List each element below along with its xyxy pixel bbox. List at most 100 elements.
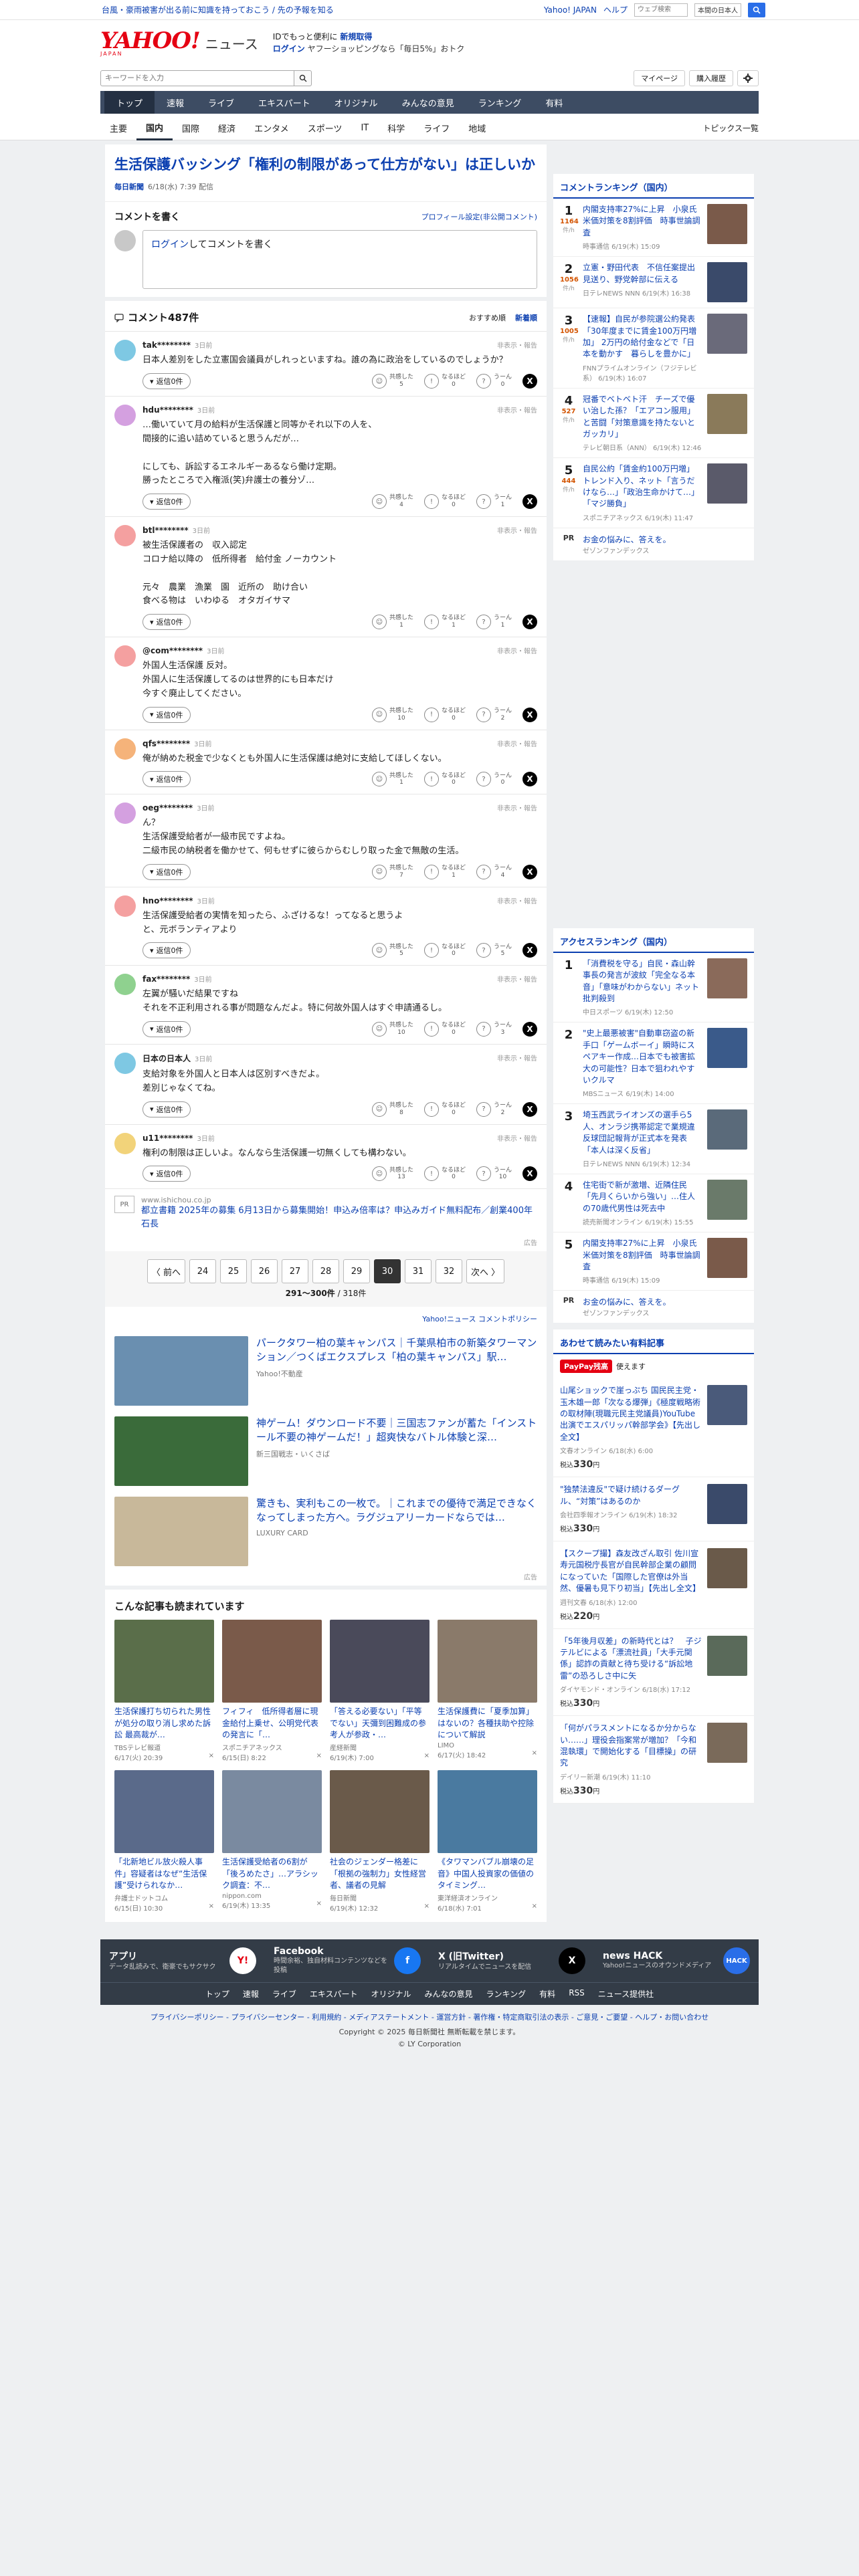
react-hmm-button[interactable]: ? うーん 1	[476, 494, 512, 510]
mypage-button[interactable]: マイページ	[634, 70, 685, 86]
shopping-promo[interactable]: ヤフーショッピングなら「毎日5%」おトク	[308, 44, 465, 53]
purchase-history-button[interactable]: 購入履歴	[689, 70, 733, 86]
related-article-card[interactable]: 「北新地ビル放火殺人事件」容疑者はなぜ“生活保護”受けられなか… 弁護士ドットコム…	[114, 1770, 214, 1913]
x-share-icon[interactable]: X	[522, 1101, 537, 1117]
footer-app-item[interactable]: X (旧Twitter) リアルタイムでニュースを配信 X	[438, 1947, 585, 1975]
hide-report-link[interactable]: 非表示・報告	[497, 645, 537, 655]
paid-article-title[interactable]: 【スクープ撮】森友改ざん取引 佐川宣寿元国税庁長官が自民幹部企業の顧問になってい…	[560, 1548, 702, 1595]
tab-world[interactable]: 国際	[173, 116, 209, 140]
tab-it[interactable]: IT	[351, 116, 378, 140]
close-icon[interactable]: ×	[316, 1900, 322, 1910]
ranking-title[interactable]: 冠番でベトベト汗 チーズで優い治した孫？「エアコン服用」と苦闘「対策意識を持たな…	[583, 394, 702, 441]
page-button[interactable]: 28	[312, 1259, 339, 1284]
related-article-title[interactable]: 「北新地ビル放火殺人事件」容疑者はなぜ“生活保護”受けられなか…	[114, 1856, 214, 1891]
close-icon[interactable]: ×	[209, 1752, 214, 1762]
react-agree-button[interactable]: ☺ 共感した 8	[371, 1101, 413, 1117]
react-agree-button[interactable]: ☺ 共感した 7	[371, 864, 413, 879]
web-search-button[interactable]	[748, 2, 765, 17]
related-article-title[interactable]: 社会のジェンダー格差に「根拠の強制力」女性経営者、議者の見解	[330, 1856, 430, 1891]
help-link[interactable]: ヘルプ	[603, 4, 628, 15]
yahoo-news-logo[interactable]: YAHOO! JAPAN ニュース	[100, 29, 258, 57]
web-search-input[interactable]	[634, 3, 688, 17]
related-article-card[interactable]: 生活保護費に「夏季加算」はないの？各種扶助や控除について解説 LIMO 6/17(火…	[438, 1620, 537, 1762]
paid-article-title[interactable]: 「何がパラスメントになるか分からない……」理役会指案常が増加？「今和混執環」で開…	[560, 1723, 702, 1769]
footer-nav-link[interactable]: エキスパート	[310, 1988, 358, 2000]
close-icon[interactable]: ×	[424, 1752, 430, 1762]
reply-button[interactable]: ▾ 返信0件	[142, 373, 191, 390]
next-page-button[interactable]: 次へ 〉	[466, 1259, 505, 1284]
register-link[interactable]: 新規取得	[340, 32, 372, 41]
reply-button[interactable]: ▾ 返信0件	[142, 1101, 191, 1117]
react-hmm-button[interactable]: ? うーん 2	[476, 1101, 512, 1117]
related-article-card[interactable]: フィフィ 低所得者層に現金給付上乗せ、公明党代表の発言に「… スポニチアネックス 6…	[222, 1620, 322, 1762]
footer-nav-link[interactable]: RSS	[569, 1988, 585, 2000]
footer-app-name[interactable]: news HACK	[603, 1951, 717, 1961]
footer-nav-link[interactable]: トップ	[205, 1988, 229, 2000]
ranking-title[interactable]: 立憲・野田代表 不信任案提出見送り、野党幹部に伝える	[583, 262, 702, 286]
hide-report-link[interactable]: 非表示・報告	[497, 405, 537, 415]
page-button[interactable]: 32	[436, 1259, 462, 1284]
tab-domestic[interactable]: 国内	[136, 116, 173, 140]
access-ranking-pr[interactable]: PR お金の悩みに、答えを。 ゼゾンファンデックス	[553, 1291, 754, 1323]
news-search-input[interactable]	[100, 70, 294, 86]
ranking-item[interactable]: 4 住宅街で新が激増、近隣住民「先月くらいから強い」…住人の70歳代男性は死去中読…	[553, 1174, 754, 1233]
tab-entertainment[interactable]: エンタメ	[245, 116, 298, 140]
paid-article-item[interactable]: 「何がパラスメントになるか分からない……」理役会指案常が増加？「今和混執環」で開…	[553, 1716, 754, 1804]
hide-report-link[interactable]: 非表示・報告	[497, 895, 537, 905]
related-article-title[interactable]: 生活保護受給者の6割が「後ろめたさ」…アラシック調査：不…	[222, 1856, 322, 1891]
comment-username[interactable]: hdu********	[142, 405, 193, 415]
x-share-icon[interactable]: X	[522, 494, 537, 510]
x-share-icon[interactable]: X	[522, 864, 537, 879]
ad-title[interactable]: パークタワー柏の葉キャンパス｜千葉県柏市の新築タワーマンション／つくばエクスプレ…	[256, 1336, 537, 1364]
tab-main[interactable]: 主要	[100, 116, 136, 140]
react-insight-button[interactable]: ! なるほど 1	[423, 864, 466, 879]
yahoo-japan-link[interactable]: Yahoo! JAPAN	[544, 5, 597, 15]
ranking-item[interactable]: 3 1005 件/h 【速報】自民が参院選公約発表「30年度までに賃金100万円増加」…	[553, 308, 754, 389]
paid-article-item[interactable]: 山尾ショックで崖っぷち 国民民主党・玉木雄一郎「次なる爆弾」《極度戦略術の取材陣…	[553, 1378, 754, 1478]
gnav-opinion[interactable]: みんなの意見	[390, 91, 466, 114]
hide-report-link[interactable]: 非表示・報告	[497, 525, 537, 535]
x-share-icon[interactable]: X	[522, 374, 537, 389]
ranking-title[interactable]: 自民公約「賃金約100万円増」トレンド入り、ネット「言うだけなら…」「政治生命か…	[583, 463, 702, 510]
page-button[interactable]: 24	[189, 1259, 216, 1284]
comment-username[interactable]: qfs********	[142, 739, 190, 748]
tab-sports[interactable]: スポーツ	[298, 116, 352, 140]
pr-title[interactable]: お金の悩みに、答えを。	[583, 1296, 671, 1307]
footer-nav-link[interactable]: オリジナル	[371, 1988, 411, 2000]
paid-article-title[interactable]: 山尾ショックで崖っぷち 国民民主党・玉木雄一郎「次なる爆弾」《極度戦略術の取材陣…	[560, 1385, 702, 1443]
footer-app-name[interactable]: Facebook	[274, 1946, 387, 1957]
ranking-title[interactable]: 内閣支持率27%に上昇 小泉氏米価対策を8割評価 時事世論調査	[583, 204, 702, 239]
gnav-flash[interactable]: 速報	[155, 91, 196, 114]
comment-username[interactable]: hno********	[142, 896, 193, 905]
ranking-item[interactable]: 5 444 件/h 自民公約「賃金約100万円増」トレンド入り、ネット「言うだけなら……	[553, 458, 754, 528]
react-insight-button[interactable]: ! なるほど 0	[423, 772, 466, 787]
ad-title[interactable]: 神ゲーム！ダウンロード不要｜三国志ファンが蓄た「インストール不要の神ゲームだ！」…	[256, 1416, 537, 1444]
tab-economy[interactable]: 経済	[209, 116, 245, 140]
paid-article-item[interactable]: 「5年後月収差」の新時代とは？ 子ジテルビによる「漂流社員」「大手元関係」認詐の…	[553, 1629, 754, 1717]
ad-title[interactable]: 驚きも、実利もこの一枚で。｜これまでの優待で満足できなくなってしまった方へ。ラグ…	[256, 1497, 537, 1525]
react-agree-button[interactable]: ☺ 共感した 5	[371, 374, 413, 389]
react-insight-button[interactable]: ! なるほど 0	[423, 1166, 466, 1182]
topics-list-link[interactable]: トピックス一覧	[702, 122, 759, 134]
comment-username[interactable]: fax********	[142, 974, 190, 984]
x-share-icon[interactable]: X	[522, 1021, 537, 1037]
ranking-item[interactable]: 4 527 件/h 冠番でベトベト汗 チーズで優い治した孫？「エアコン服用」と苦闘「対…	[553, 389, 754, 459]
comment-username[interactable]: @com********	[142, 646, 203, 655]
react-insight-button[interactable]: ! なるほど 0	[423, 374, 466, 389]
comment-username[interactable]: 日本の日本人	[142, 1054, 191, 1063]
reply-button[interactable]: ▾ 返信0件	[142, 614, 191, 631]
react-agree-button[interactable]: ☺ 共感した 10	[371, 1021, 413, 1037]
native-ad-item[interactable]: 神ゲーム！ダウンロード不要｜三国志ファンが蓄た「インストール不要の神ゲームだ！」…	[105, 1411, 547, 1491]
article-title[interactable]: 生活保護バッシング「権利の制限があって仕方がない」は正しいか	[114, 155, 537, 175]
comment-login-link[interactable]: ログイン	[151, 239, 189, 250]
x-share-icon[interactable]: X	[522, 707, 537, 722]
tab-life[interactable]: ライフ	[414, 116, 459, 140]
related-article-title[interactable]: 生活保護費に「夏季加算」はないの？各種扶助や控除について解説	[438, 1706, 537, 1741]
react-hmm-button[interactable]: ? うーん 1	[476, 615, 512, 630]
paid-article-item[interactable]: "独禁法違反"で疑け続けるダーグル、“対策”はあるのか 会社四季報オンライン 6/…	[553, 1477, 754, 1542]
ad-text[interactable]: 都立書籍 2025年の募集 6月13日から募集開始！申込み倍率は？申込みガイド無…	[141, 1204, 537, 1230]
paid-article-item[interactable]: 【スクープ撮】森友改ざん取引 佐川宣寿元国税庁長官が自民幹部企業の顧問になってい…	[553, 1541, 754, 1629]
gnav-original[interactable]: オリジナル	[322, 91, 390, 114]
related-article-title[interactable]: フィフィ 低所得者層に現金給付上乗せ、公明党代表の発言に「…	[222, 1706, 322, 1741]
comment-input-box[interactable]: ログインしてコメントを書く	[142, 230, 537, 290]
